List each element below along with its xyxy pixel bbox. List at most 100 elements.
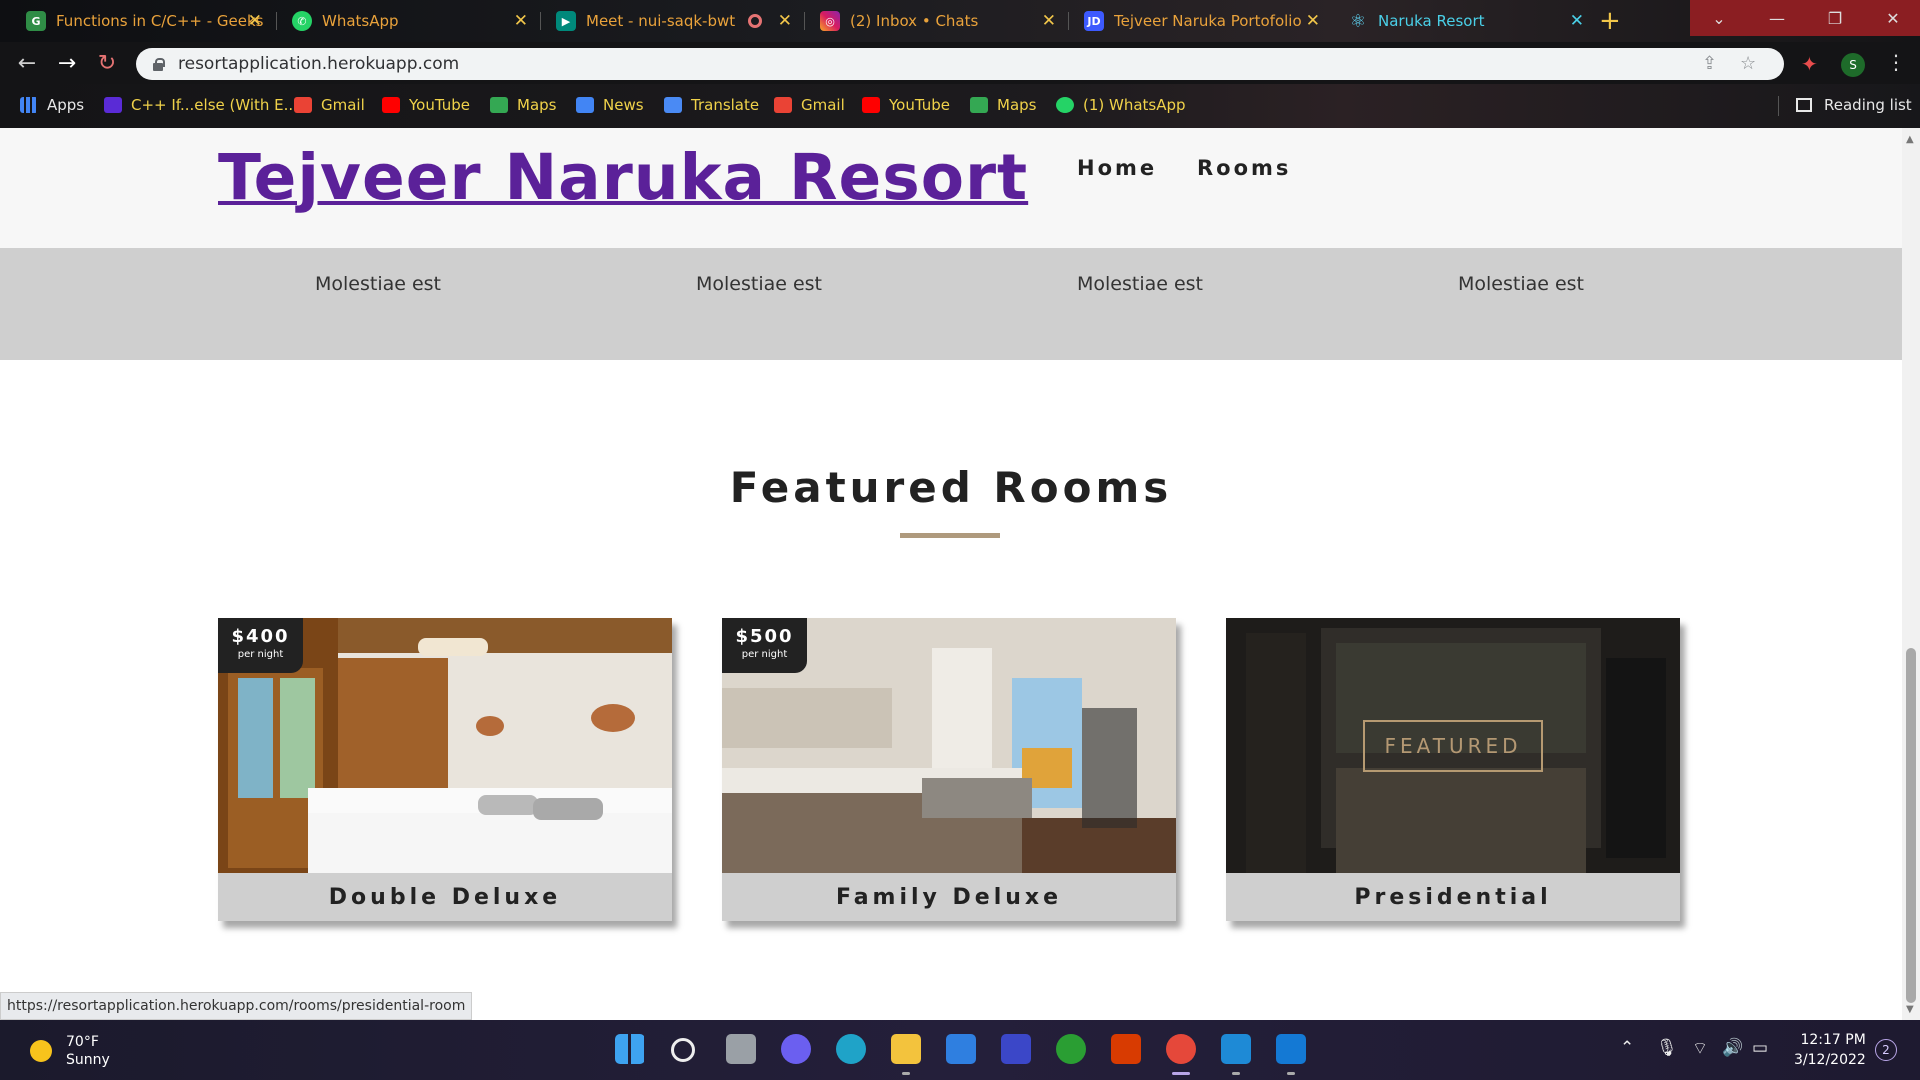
maps-icon [970,97,988,113]
reload-button[interactable]: ↻ [92,48,122,78]
clock[interactable]: 12:17 PM 3/12/2022 [1794,1030,1866,1070]
minimize-button[interactable]: — [1748,0,1806,36]
tab-naruka-resort[interactable]: ⚛ Naruka Resort ✕ [1334,2,1596,40]
featured-tag: FEATURED [1363,720,1543,772]
brand-logo-link[interactable]: Tejveer Naruka Resort [218,141,1028,214]
new-tab-button[interactable]: + [1599,6,1621,36]
tab-google-meet[interactable]: ▶ Meet - nui-saqk-bwt ✕ [542,2,804,40]
more-menu-icon[interactable]: ⋮ [1886,50,1906,74]
running-indicator [1232,1072,1240,1075]
share-icon[interactable]: ⇪ [1702,53,1717,74]
forward-button[interactable]: → [52,48,82,78]
bookmark-label: News [603,96,644,114]
media-player-icon[interactable] [1276,1034,1306,1064]
close-window-button[interactable]: ✕ [1864,0,1920,36]
lock-icon[interactable] [152,57,165,71]
weather-widget[interactable]: 70°F Sunny [30,1033,110,1069]
bookmark-maps[interactable]: Maps [490,96,556,114]
reading-list-button[interactable]: Reading list [1796,96,1912,114]
restore-button[interactable]: ❐ [1806,0,1864,36]
volume-icon[interactable]: 🔊 [1722,1038,1743,1058]
bookmark-news[interactable]: News [576,96,644,114]
bookmarks-divider [1778,96,1779,116]
mail-icon[interactable] [946,1034,976,1064]
chevron-up-icon[interactable]: ⌃ [1620,1038,1634,1058]
bookmark-label: Translate [691,96,760,114]
notification-badge[interactable]: 2 [1875,1039,1897,1061]
bookmark-gmail-2[interactable]: Gmail [774,96,845,114]
close-tab-icon[interactable]: ✕ [1306,11,1320,31]
scroll-down-icon[interactable]: ▼ [1906,1004,1914,1015]
search-icon[interactable] [671,1038,695,1062]
file-explorer-icon[interactable] [891,1034,921,1064]
tab-search-button[interactable]: ⌄ [1690,0,1748,36]
room-name: Presidential [1226,873,1680,921]
instagram-icon: ◎ [820,11,840,31]
bookmark-gmail[interactable]: Gmail [294,96,365,114]
bookmarks-bar: Apps C++ If...else (With E... Gmail YouT… [0,84,1920,128]
page-scrollbar[interactable]: ▲ ▼ [1902,128,1920,1020]
start-button[interactable] [615,1034,645,1064]
edge-icon[interactable] [836,1034,866,1064]
react-icon: ⚛ [1349,10,1367,32]
teams-chat-icon[interactable] [781,1034,811,1064]
back-button[interactable]: ← [12,48,42,78]
weather-temperature: 70°F [66,1034,99,1050]
tab-separator [1068,12,1069,30]
tab-whatsapp[interactable]: ✆ WhatsApp ✕ [278,2,540,40]
bookmark-youtube[interactable]: YouTube [382,96,470,114]
bookmark-programiz[interactable]: C++ If...else (With E... [104,96,298,114]
recording-icon [748,14,762,28]
bookmark-youtube-2[interactable]: YouTube [862,96,950,114]
tab-separator [540,12,541,30]
address-bar[interactable]: resortapplication.herokuapp.com ⇪ ☆ [136,48,1784,80]
service-text: Molestiae est [1457,273,1585,295]
nav-rooms-link[interactable]: Rooms [1197,156,1291,180]
room-card-family-deluxe[interactable]: $500 per night Family Deluxe [722,618,1176,921]
running-indicator [1287,1072,1295,1075]
xbox-icon[interactable] [1056,1034,1086,1064]
microphone-icon[interactable]: 🎙 [1656,1038,1678,1058]
tab-instagram[interactable]: ◎ (2) Inbox • Chats ✕ [806,2,1068,40]
tab-title: Meet - nui-saqk-bwt [586,12,736,30]
tab-title: WhatsApp [322,12,399,30]
chrome-icon[interactable] [1166,1034,1196,1064]
tab-portfolio[interactable]: JD Tejveer Naruka Portofolio ✕ [1070,2,1332,40]
featured-rooms-title: Featured Rooms [729,463,1173,512]
extensions-icon[interactable]: ✦ [1801,52,1818,76]
tab-title: Tejveer Naruka Portofolio [1114,12,1302,30]
close-tab-icon[interactable]: ✕ [248,11,262,31]
site-navbar: Tejveer Naruka Resort Home Rooms [0,128,1902,248]
whatsapp-icon [1056,97,1074,113]
geeksforgeeks-icon: G [26,11,46,31]
bookmark-maps-2[interactable]: Maps [970,96,1036,114]
close-tab-icon[interactable]: ✕ [1570,11,1584,31]
profile-avatar[interactable]: S [1841,53,1865,77]
office-icon[interactable] [1111,1034,1141,1064]
portfolio-icon: JD [1084,11,1104,31]
visual-studio-icon[interactable] [1001,1034,1031,1064]
close-tab-icon[interactable]: ✕ [514,11,528,31]
bookmark-star-icon[interactable]: ☆ [1740,53,1756,74]
room-card-presidential[interactable]: FEATURED Presidential [1226,618,1680,921]
room-card-double-deluxe[interactable]: $400 per night Double Deluxe [218,618,672,921]
nav-home-link[interactable]: Home [1077,156,1157,180]
weather-description: Sunny [66,1052,110,1068]
apps-grid-icon [20,97,38,113]
scroll-up-icon[interactable]: ▲ [1906,134,1914,145]
bookmark-translate[interactable]: Translate [664,96,759,114]
battery-icon[interactable]: ▭ [1752,1038,1768,1058]
close-tab-icon[interactable]: ✕ [778,11,792,31]
tab-geeksforgeeks[interactable]: G Functions in C/C++ - Geeks ✕ [12,2,274,40]
news-icon [576,97,594,113]
wifi-icon[interactable]: ⌔ [1692,1038,1708,1059]
windows-taskbar: 70°F Sunny ⌃ 🎙 ⌔ 🔊 ▭ 12:17 PM 3/12/2022 … [0,1020,1920,1080]
vscode-icon[interactable] [1221,1034,1251,1064]
scrollbar-thumb[interactable] [1906,648,1916,1003]
bookmark-apps[interactable]: Apps [20,96,84,114]
close-tab-icon[interactable]: ✕ [1042,11,1056,31]
task-view-icon[interactable] [726,1034,756,1064]
bookmark-whatsapp[interactable]: (1) WhatsApp [1056,96,1186,114]
google-meet-icon: ▶ [556,11,576,31]
bookmark-label: YouTube [409,96,470,114]
